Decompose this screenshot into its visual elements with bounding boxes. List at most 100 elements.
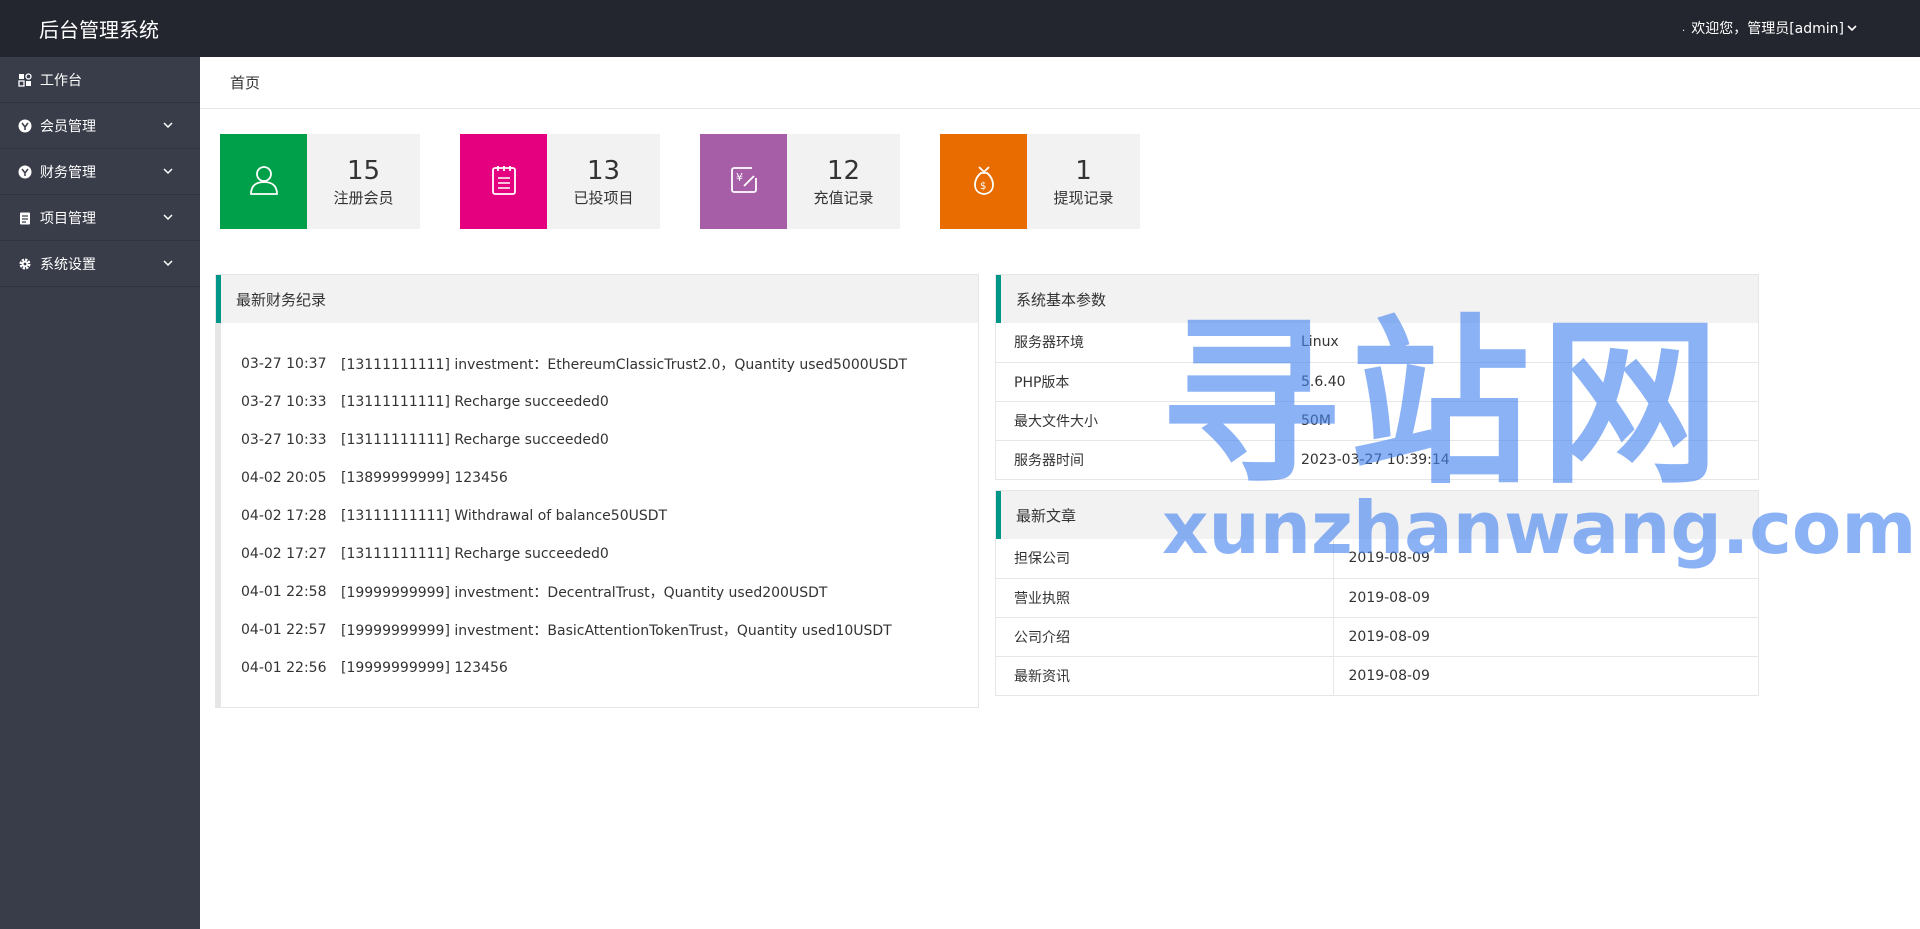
- sidebar-item-label: 财务管理: [40, 164, 96, 181]
- articles-panel: 最新文章 担保公司 2019-08-09 营业执照 2019-08-09 公司介绍 2…: [995, 490, 1759, 696]
- article-title[interactable]: 最新资讯: [996, 656, 1334, 696]
- stat-icon-box: ¥: [700, 134, 787, 229]
- stat-value: 15: [346, 155, 381, 186]
- stat-card-withdrawals[interactable]: $ 1 提现记录: [940, 134, 1140, 229]
- articles-table: 担保公司 2019-08-09 营业执照 2019-08-09 公司介绍 2019-0…: [996, 539, 1758, 696]
- record-text: [19999999999] 123456: [341, 660, 508, 676]
- finance-panel: 最新财务纪录 03-27 10:37 [13111111111] investme…: [215, 274, 979, 708]
- sidebar-item-label: 工作台: [40, 72, 82, 89]
- project-icon: [18, 211, 32, 225]
- stat-value: 13: [586, 155, 621, 186]
- record-text: [13899999999] 123456: [341, 470, 508, 486]
- list-item: 04-01 22:56 [19999999999] 123456: [241, 649, 978, 687]
- table-row[interactable]: 担保公司 2019-08-09: [996, 539, 1758, 579]
- system-panel: 系统基本参数 服务器环境 Linux PHP版本 5.6.40 最大文件大小 50M …: [995, 274, 1759, 480]
- record-text: [13111111111] Recharge succeeded0: [341, 432, 609, 448]
- record-text: [13111111111] investment：EthereumClassic…: [341, 357, 908, 373]
- member-icon: [18, 119, 32, 133]
- param-value: 5.6.40: [1301, 362, 1758, 402]
- finance-list: 03-27 10:37 [13111111111] investment：Ethe…: [216, 323, 978, 707]
- stat-info: 15 注册会员: [307, 134, 420, 229]
- record-time: 04-02 17:27: [241, 546, 327, 562]
- article-title[interactable]: 公司介绍: [996, 617, 1334, 657]
- welcome-text: 欢迎您，管理员[admin]: [1691, 21, 1844, 37]
- sidebar-item-finance[interactable]: 财务管理: [0, 149, 200, 195]
- param-value: 50M: [1301, 401, 1758, 441]
- stat-label: 注册会员: [333, 188, 394, 207]
- stat-label: 已投项目: [573, 188, 634, 207]
- record-time: 03-27 10:37: [241, 356, 327, 372]
- stat-value: 1: [1075, 155, 1092, 186]
- user-icon: [247, 163, 281, 201]
- sidebar: 工作台 会员管理 财务管理 项目管理 系统设置: [0, 57, 200, 929]
- stat-card-recharges[interactable]: ¥ 12 充值记录: [700, 134, 900, 229]
- sidebar-item-dashboard[interactable]: 工作台: [0, 57, 200, 103]
- article-title[interactable]: 营业执照: [996, 578, 1334, 618]
- chevron-down-icon: [162, 257, 174, 273]
- sidebar-item-members[interactable]: 会员管理: [0, 103, 200, 149]
- breadcrumb: 首页: [200, 57, 1920, 109]
- main-content: 首页 15 注册会员 13 已投项目 ¥ 12 充值记录 $ 1 提现记录 最新…: [200, 57, 1920, 929]
- list-item: 04-01 22:58 [19999999999] investment：Dece…: [241, 573, 978, 611]
- chevron-down-icon: [162, 119, 174, 135]
- app-title: 后台管理系统: [39, 18, 159, 42]
- notepad-icon: [490, 164, 518, 200]
- record-text: [19999999999] investment：DecentralTrust，…: [341, 585, 828, 601]
- record-time: 03-27 10:33: [241, 394, 327, 410]
- table-row[interactable]: 营业执照 2019-08-09: [996, 578, 1758, 618]
- stat-icon-box: [220, 134, 307, 229]
- table-row[interactable]: 最新资讯 2019-08-09: [996, 656, 1758, 696]
- user-menu[interactable]: . 欢迎您，管理员[admin]: [1682, 18, 1858, 38]
- stat-info: 12 充值记录: [787, 134, 900, 229]
- list-item: 03-27 10:33 [13111111111] Recharge succee…: [241, 383, 978, 421]
- svg-text:$: $: [980, 181, 986, 192]
- param-key: 服务器环境: [996, 323, 1301, 363]
- record-time: 04-01 22:58: [241, 584, 327, 600]
- record-time: 04-01 22:57: [241, 622, 327, 638]
- system-table: 服务器环境 Linux PHP版本 5.6.40 最大文件大小 50M 服务器时间 20…: [996, 323, 1758, 480]
- dot-icon: .: [1682, 22, 1686, 34]
- article-title[interactable]: 担保公司: [996, 539, 1334, 579]
- sidebar-item-label: 项目管理: [40, 210, 96, 227]
- stat-label: 充值记录: [813, 188, 874, 207]
- dashboard-icon: [18, 72, 32, 87]
- param-key: 服务器时间: [996, 440, 1301, 480]
- record-time: 04-02 20:05: [241, 470, 327, 486]
- param-key: PHP版本: [996, 362, 1301, 402]
- table-row: 最大文件大小 50M: [996, 401, 1758, 441]
- stat-info: 1 提现记录: [1027, 134, 1140, 229]
- stat-icon-box: $: [940, 134, 1027, 229]
- finance-icon: [18, 165, 32, 179]
- record-time: 03-27 10:33: [241, 432, 327, 448]
- article-date: 2019-08-09: [1333, 656, 1758, 696]
- stat-icon-box: [460, 134, 547, 229]
- record-text: [13111111111] Recharge succeeded0: [341, 546, 609, 562]
- stat-card-investments[interactable]: 13 已投项目: [460, 134, 660, 229]
- list-item: 04-01 22:57 [19999999999] investment：Basi…: [241, 611, 978, 649]
- list-item: 04-02 17:27 [13111111111] Recharge succee…: [241, 535, 978, 573]
- param-key: 最大文件大小: [996, 401, 1301, 441]
- chevron-down-icon: [162, 211, 174, 227]
- list-item: 04-02 20:05 [13899999999] 123456: [241, 459, 978, 497]
- article-date: 2019-08-09: [1333, 539, 1758, 579]
- article-date: 2019-08-09: [1333, 578, 1758, 618]
- svg-text:¥: ¥: [736, 171, 743, 184]
- top-header: 后台管理系统 . 欢迎您，管理员[admin]: [0, 0, 1920, 57]
- table-row[interactable]: 公司介绍 2019-08-09: [996, 617, 1758, 657]
- gear-icon: [18, 257, 32, 271]
- sidebar-item-settings[interactable]: 系统设置: [0, 241, 200, 287]
- chevron-down-icon: [162, 165, 174, 181]
- sidebar-item-projects[interactable]: 项目管理: [0, 195, 200, 241]
- list-item: 03-27 10:33 [13111111111] Recharge succee…: [241, 421, 978, 459]
- record-time: 04-01 22:56: [241, 660, 327, 676]
- article-date: 2019-08-09: [1333, 617, 1758, 657]
- stat-info: 13 已投项目: [547, 134, 660, 229]
- panel-title: 最新文章: [996, 491, 1758, 539]
- record-text: [19999999999] investment：BasicAttentionT…: [341, 623, 892, 639]
- recharge-icon: ¥: [728, 164, 760, 200]
- breadcrumb-home[interactable]: 首页: [230, 72, 260, 93]
- money-bag-icon: $: [969, 163, 999, 201]
- chevron-down-icon: [1846, 22, 1858, 34]
- stat-card-members[interactable]: 15 注册会员: [220, 134, 420, 229]
- param-value: 2023-03-27 10:39:14: [1301, 440, 1758, 480]
